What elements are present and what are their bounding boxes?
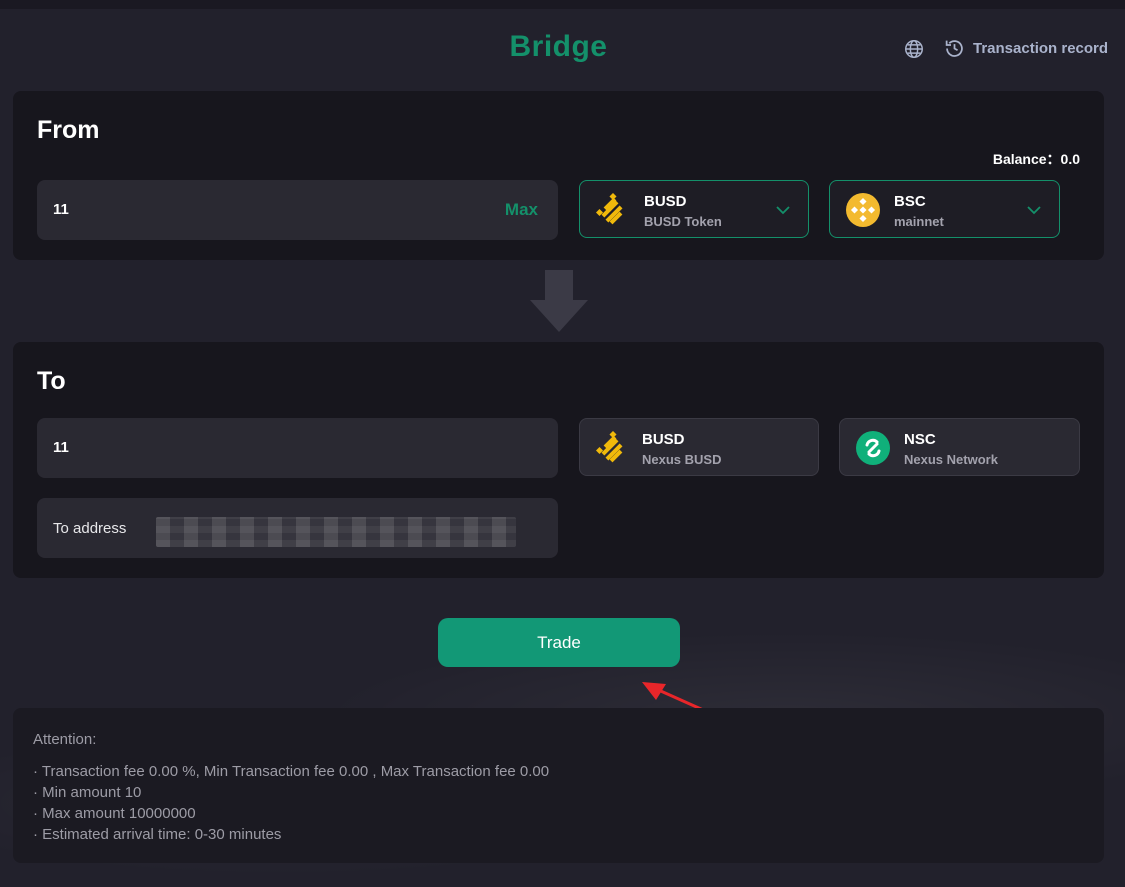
attention-item: · Max amount 10000000 bbox=[33, 805, 196, 822]
to-title: To bbox=[37, 367, 66, 395]
chevron-down-icon bbox=[776, 206, 790, 215]
to-token-display: BUSD Nexus BUSD bbox=[579, 418, 819, 476]
from-amount-input[interactable]: 11 Max bbox=[37, 180, 558, 240]
to-token-name: BUSD bbox=[642, 431, 685, 448]
to-amount-value: 11 bbox=[53, 439, 69, 456]
from-token-sub: BUSD Token bbox=[644, 214, 722, 229]
trade-button[interactable]: Trade bbox=[438, 618, 680, 667]
attention-item: · Transaction fee 0.00 %, Min Transactio… bbox=[33, 763, 550, 780]
attention-item: · Estimated arrival time: 0-30 minutes bbox=[33, 826, 282, 843]
from-amount-value: 11 bbox=[53, 201, 69, 218]
to-amount-field: 11 bbox=[37, 418, 558, 478]
top-bar bbox=[0, 0, 1125, 9]
balance-value: 0.0 bbox=[1060, 151, 1080, 167]
history-clock-icon bbox=[945, 40, 963, 57]
from-card: From Balance：0.0 11 Max BUSD BUSD Token bbox=[13, 91, 1104, 260]
attention-title: Attention: bbox=[33, 731, 97, 748]
globe-icon[interactable] bbox=[903, 38, 925, 60]
redacted-address bbox=[156, 517, 516, 547]
bnb-icon bbox=[846, 193, 880, 227]
attention-list: · Transaction fee 0.00 %, Min Transactio… bbox=[33, 761, 549, 845]
from-network-name: BSC bbox=[894, 193, 926, 210]
transaction-record-label: Transaction record bbox=[973, 40, 1109, 57]
to-network-name: NSC bbox=[904, 431, 936, 448]
chevron-down-icon bbox=[1027, 206, 1041, 215]
attention-panel: Attention: · Transaction fee 0.00 %, Min… bbox=[13, 708, 1104, 863]
to-network-sub: Nexus Network bbox=[904, 452, 998, 467]
to-address-field[interactable]: To address bbox=[37, 498, 558, 558]
from-network-sub: mainnet bbox=[894, 214, 944, 229]
balance: Balance：0.0 bbox=[993, 149, 1080, 169]
attention-item: · Min amount 10 bbox=[33, 784, 142, 801]
balance-label: Balance： bbox=[992, 151, 1061, 167]
arrow-down-icon bbox=[530, 270, 588, 332]
to-address-label: To address bbox=[53, 520, 127, 537]
from-token-name: BUSD bbox=[644, 193, 687, 210]
transaction-record-link[interactable]: Transaction record bbox=[944, 38, 1108, 59]
to-network-display: NSC Nexus Network bbox=[839, 418, 1080, 476]
to-token-sub: Nexus BUSD bbox=[642, 452, 722, 467]
nexus-icon bbox=[856, 431, 890, 465]
busd-icon bbox=[596, 431, 623, 463]
from-network-select[interactable]: BSC mainnet bbox=[829, 180, 1060, 238]
max-button[interactable]: Max bbox=[505, 200, 538, 220]
from-token-select[interactable]: BUSD BUSD Token bbox=[579, 180, 809, 238]
busd-icon bbox=[596, 193, 623, 225]
to-card: To 11 BUSD Nexus BUSD NSC Nexus Network bbox=[13, 342, 1104, 578]
from-title: From bbox=[37, 116, 100, 144]
